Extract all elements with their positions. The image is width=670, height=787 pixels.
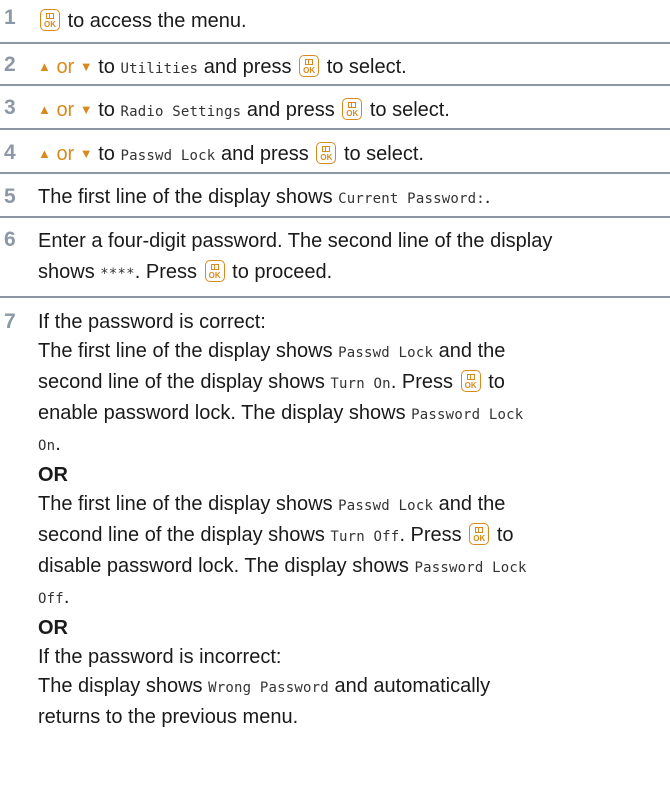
step-4: 4 ▲ or ▼ to Passwd Lock and press OK to … <box>0 132 670 174</box>
step-number: 4 <box>4 141 16 164</box>
condition-correct: If the password is correct: <box>38 311 266 333</box>
divider <box>0 42 670 44</box>
up-arrow-icon: ▲ <box>38 59 51 74</box>
to-text: to <box>98 56 115 78</box>
step-number: 6 <box>4 228 16 251</box>
step-number: 2 <box>4 53 16 76</box>
step-2: 2 ▲ or ▼ to Utilities and press OK to se… <box>0 46 670 86</box>
divider <box>0 216 670 218</box>
period: . <box>55 433 61 455</box>
or-text: or <box>56 99 75 121</box>
period: . <box>484 186 491 208</box>
or-text: or <box>56 56 75 78</box>
display-text: Turn Off <box>330 529 400 545</box>
step-text: to access the menu. <box>67 10 247 32</box>
display-text: Off <box>38 591 64 607</box>
step-text: The display shows <box>38 675 203 697</box>
proceed-text: to proceed. <box>232 261 333 283</box>
menu-ok-key-icon: OK <box>469 523 490 545</box>
to-text: to <box>98 143 115 165</box>
down-arrow-icon: ▼ <box>79 59 93 74</box>
or-text: or <box>56 143 75 165</box>
step-text: and the <box>438 340 506 362</box>
menu-item-name: Radio Settings <box>120 104 242 120</box>
display-text: Password Lock <box>414 560 527 576</box>
or-separator: OR <box>38 617 68 639</box>
menu-ok-key-icon: OK <box>40 9 60 31</box>
up-arrow-icon: ▲ <box>38 102 51 117</box>
down-arrow-icon: ▼ <box>79 102 93 117</box>
menu-item-name: Passwd Lock <box>120 148 216 164</box>
step-number: 5 <box>4 185 16 208</box>
display-text: Current Password: <box>338 191 485 207</box>
divider <box>0 172 670 174</box>
display-text: Passwd Lock <box>338 498 434 514</box>
press-text: . Press <box>134 261 198 283</box>
and-press-text: and press <box>203 56 292 78</box>
step-text: second line of the display shows <box>38 371 325 393</box>
display-text: On <box>38 438 56 454</box>
menu-ok-key-icon: OK <box>316 142 337 164</box>
menu-item-name: Utilities <box>120 61 199 77</box>
step-5: 5 The first line of the display shows Cu… <box>0 176 670 218</box>
menu-ok-key-icon: OK <box>460 370 481 392</box>
step-text: returns to the previous menu. <box>38 706 299 728</box>
up-arrow-icon: ▲ <box>38 146 51 161</box>
step-text: disable password lock. The display shows <box>38 555 409 577</box>
display-text: Password Lock <box>411 407 524 423</box>
step-number: 3 <box>4 96 16 119</box>
to-text: to <box>98 99 115 121</box>
display-text: **** <box>100 266 135 282</box>
to-text: to <box>496 524 514 546</box>
step-3: 3 ▲ or ▼ to Radio Settings and press OK … <box>0 88 670 130</box>
and-press-text: and press <box>220 143 309 165</box>
step-text: The first line of the display shows <box>38 186 333 208</box>
press-text: . Press <box>399 524 462 546</box>
to-text: to <box>488 371 505 393</box>
step-text: Enter a four-digit password. The second … <box>38 230 553 252</box>
or-separator: OR <box>38 464 68 486</box>
divider <box>0 128 670 130</box>
step-6: 6 Enter a four-digit password. The secon… <box>0 220 670 298</box>
step-text: enable password lock. The display shows <box>38 402 406 424</box>
step-number: 1 <box>4 6 16 29</box>
divider <box>0 84 670 86</box>
menu-ok-key-icon: OK <box>342 98 363 120</box>
display-text: Wrong Password <box>208 680 329 696</box>
step-text: and the <box>438 493 506 515</box>
period: . <box>63 586 70 608</box>
to-select-text: to select. <box>326 56 407 78</box>
step-number: 7 <box>4 310 16 333</box>
condition-incorrect: If the password is incorrect: <box>38 646 282 668</box>
divider <box>0 296 670 298</box>
menu-ok-key-icon: OK <box>204 260 225 282</box>
step-text: The first line of the display shows <box>38 340 333 362</box>
and-press-text: and press <box>246 99 335 121</box>
step-7: 7 If the password is correct: The first … <box>0 300 670 785</box>
down-arrow-icon: ▼ <box>79 146 93 161</box>
menu-ok-key-icon: OK <box>299 55 320 77</box>
step-text: and automatically <box>334 675 491 697</box>
display-text: Turn On <box>330 376 391 392</box>
to-select-text: to select. <box>369 99 450 121</box>
shows-text: shows <box>38 261 95 283</box>
step-text: The first line of the display shows <box>38 493 333 515</box>
to-select-text: to select. <box>343 143 424 165</box>
press-text: . Press <box>390 371 454 393</box>
display-text: Passwd Lock <box>338 345 434 361</box>
step-1: 1 OK to access the menu. <box>0 0 670 44</box>
step-text: second line of the display shows <box>38 524 325 546</box>
